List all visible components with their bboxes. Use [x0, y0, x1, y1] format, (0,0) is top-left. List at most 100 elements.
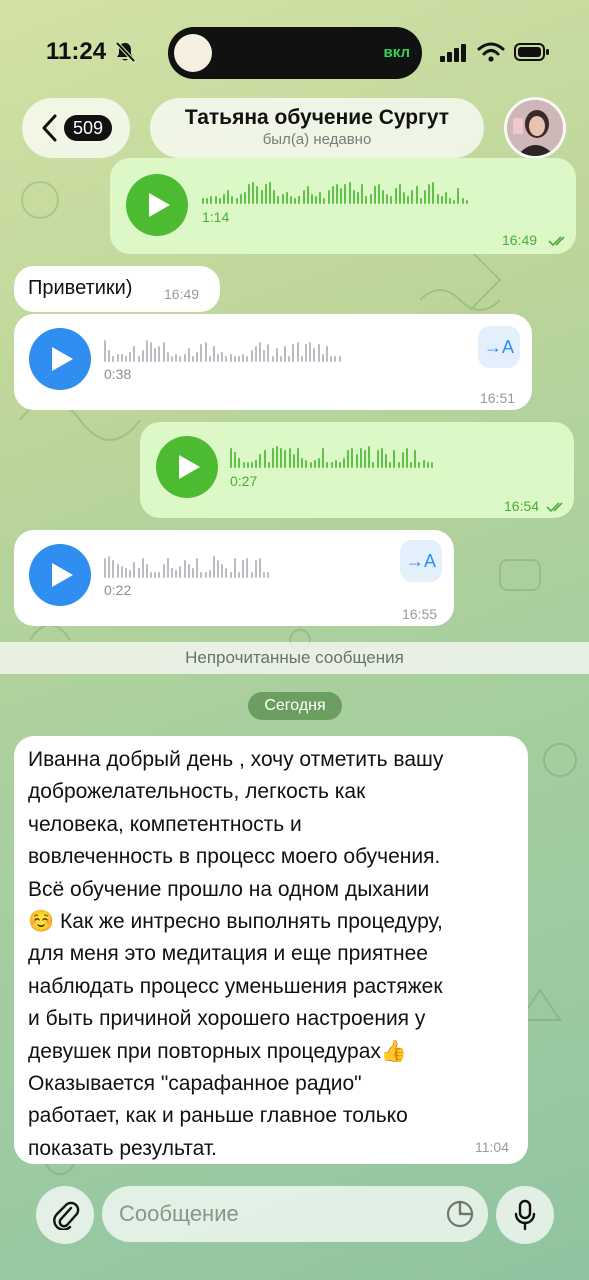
microphone-button[interactable] — [496, 1186, 554, 1244]
waveform-bar — [418, 462, 421, 468]
waveform-bar — [292, 454, 295, 468]
transcribe-button[interactable]: →A — [478, 326, 520, 368]
waveform-bar — [187, 564, 190, 578]
waveform-bar — [313, 460, 316, 468]
waveform-bar — [231, 196, 234, 204]
waveform-bar — [419, 198, 422, 204]
attach-button[interactable] — [36, 1186, 94, 1244]
voice-waveform[interactable] — [104, 336, 343, 362]
play-button[interactable] — [156, 436, 218, 498]
waveform-bar — [233, 558, 236, 578]
message-input[interactable]: Сообщение — [102, 1186, 488, 1242]
waveform-bar — [267, 462, 270, 468]
play-button[interactable] — [126, 174, 188, 236]
waveform-bar — [289, 196, 292, 204]
waveform-bar — [254, 560, 257, 578]
waveform-bar — [235, 198, 238, 204]
waveform-bar — [250, 462, 253, 468]
message-time: 11:04 — [475, 1139, 509, 1155]
waveform-bar — [112, 560, 115, 578]
waveform-bar — [369, 194, 372, 204]
waveform-bar — [281, 194, 284, 204]
waveform-bar — [242, 462, 245, 468]
incoming-voice-message[interactable]: 0:38 →A 16:51 — [14, 314, 532, 410]
unread-messages-divider: Непрочитанные сообщения — [0, 642, 589, 674]
waveform-bar — [137, 568, 140, 578]
waveform-bar — [330, 356, 333, 362]
chat-header[interactable]: Татьяна обучение Сургут был(а) недавно — [150, 98, 484, 158]
signal-icon — [440, 44, 466, 62]
waveform-bar — [309, 462, 312, 468]
waveform-bar — [263, 450, 266, 468]
incoming-text-message[interactable]: Приветики) 16:49 — [14, 266, 220, 312]
waveform-bar — [108, 556, 111, 578]
waveform-bar — [280, 448, 283, 468]
outgoing-voice-message[interactable]: 0:27 16:54 — [140, 422, 574, 518]
waveform-bar — [239, 194, 242, 204]
message-time: 16:49 — [164, 286, 200, 302]
waveform-bar — [343, 458, 346, 468]
waveform-bar — [397, 462, 400, 468]
waveform-bar — [260, 190, 263, 204]
wifi-icon — [477, 42, 505, 62]
waveform-bar — [380, 448, 383, 468]
play-button[interactable] — [29, 544, 91, 606]
outgoing-voice-message[interactable]: 1:14 16:49 — [110, 158, 576, 254]
waveform-bar — [208, 356, 211, 362]
waveform-bar — [398, 184, 401, 204]
waveform-bar — [393, 450, 396, 468]
waveform-bar — [212, 556, 215, 578]
waveform-bar — [145, 564, 148, 578]
waveform-bar — [154, 572, 157, 578]
status-time: 11:24 — [46, 38, 107, 65]
play-icon — [149, 193, 170, 217]
battery-icon — [514, 43, 549, 61]
sticker-icon[interactable] — [446, 1200, 474, 1228]
waveform-bar — [238, 572, 240, 578]
waveform-bar — [390, 196, 393, 204]
voice-waveform[interactable] — [202, 178, 470, 204]
waveform-bar — [276, 446, 279, 468]
voice-waveform[interactable] — [104, 552, 272, 578]
waveform-bar — [218, 198, 221, 204]
waveform-bar — [210, 196, 213, 204]
incoming-voice-message[interactable]: 0:22 →A 16:55 — [14, 530, 454, 626]
waveform-bar — [377, 184, 380, 204]
message-time: 16:55 — [402, 606, 438, 622]
waveform-bar — [141, 558, 144, 578]
waveform-bar — [112, 356, 115, 362]
waveform-bar — [104, 340, 106, 362]
play-button[interactable] — [29, 328, 91, 390]
waveform-bar — [150, 342, 153, 362]
waveform-bar — [426, 462, 429, 468]
waveform-bar — [407, 196, 410, 204]
back-button[interactable]: 509 — [22, 98, 130, 158]
waveform-bar — [410, 462, 413, 468]
waveform-bar — [373, 186, 376, 204]
voice-waveform[interactable] — [230, 442, 435, 468]
voice-duration: 0:27 — [230, 473, 258, 489]
waveform-bar — [269, 182, 271, 204]
waveform-bar — [382, 190, 385, 204]
waveform-bar — [246, 558, 249, 578]
waveform-bar — [137, 356, 140, 362]
waveform-bar — [267, 572, 270, 578]
waveform-bar — [453, 200, 456, 204]
waveform-bar — [461, 198, 464, 204]
waveform-bar — [298, 196, 301, 204]
message-line: Всё обучение прошло на одном дыхании — [28, 877, 430, 901]
waveform-bar — [116, 354, 119, 362]
waveform-bar — [255, 460, 258, 468]
dynamic-island[interactable]: вкл — [168, 27, 422, 79]
waveform-bar — [129, 570, 132, 578]
waveform-bar — [254, 346, 257, 362]
avatar[interactable] — [504, 97, 566, 159]
waveform-bar — [217, 560, 220, 578]
transcribe-button[interactable]: →A — [400, 540, 442, 582]
waveform-bar — [327, 190, 330, 204]
waveform-bar — [336, 184, 338, 204]
waveform-bar — [133, 562, 136, 578]
waveform-bar — [305, 460, 308, 468]
waveform-bar — [355, 454, 358, 468]
play-icon — [52, 563, 73, 587]
